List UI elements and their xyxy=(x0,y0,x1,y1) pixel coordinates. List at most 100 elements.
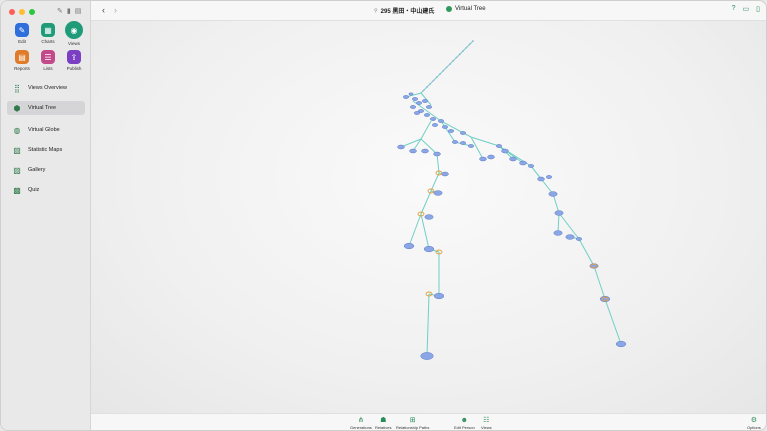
forward-chevron-icon[interactable]: › xyxy=(114,5,117,15)
sidebar-item-quiz[interactable]: ▩ Quiz xyxy=(7,183,85,197)
window-icon[interactable]: ▭ xyxy=(743,5,750,13)
tag-icon[interactable]: ✎ xyxy=(57,8,63,15)
tree-person-node[interactable] xyxy=(554,210,564,216)
relatives-button[interactable]: ☗ Relatives xyxy=(375,416,391,430)
tree-person-node[interactable] xyxy=(479,156,487,162)
tree-person-node[interactable] xyxy=(519,160,527,166)
relatives-icon: ☗ xyxy=(380,417,387,424)
tree-person-node[interactable] xyxy=(465,46,468,49)
tree-person-node[interactable] xyxy=(397,144,405,150)
sidebar-item-gallery[interactable]: ▨ Gallery xyxy=(7,163,85,177)
minimize-window-button[interactable] xyxy=(19,9,25,15)
tree-person-node[interactable] xyxy=(425,105,433,109)
tree-person-node[interactable] xyxy=(429,83,431,85)
tree-person-node[interactable] xyxy=(411,97,419,101)
tree-person-node[interactable] xyxy=(462,50,464,52)
tree-person-node[interactable] xyxy=(451,140,459,144)
help-icon[interactable]: ? xyxy=(732,5,736,13)
tree-person-node[interactable] xyxy=(403,242,415,250)
tree-person-node[interactable] xyxy=(495,144,503,148)
tree-person-node[interactable] xyxy=(575,237,583,241)
options-button[interactable]: ⚙ Options xyxy=(747,416,761,430)
tree-person-node[interactable] xyxy=(527,164,535,168)
tree-person-node[interactable] xyxy=(468,43,471,46)
sidebar-item-statistic-maps[interactable]: ▧ Statistic Maps xyxy=(7,143,85,157)
tree-person-node[interactable] xyxy=(421,99,429,103)
tree-person-node[interactable] xyxy=(445,66,448,69)
tree-person-node[interactable] xyxy=(509,156,517,162)
bottom-toolbar: ⋔ Generations ☗ Relatives ⊞ Relationship… xyxy=(91,413,766,430)
tree-person-node[interactable] xyxy=(553,230,563,236)
tree-person-node[interactable] xyxy=(429,117,437,121)
tree-person-node[interactable] xyxy=(442,69,445,72)
sidebar-item-virtual-globe[interactable]: ◍ Virtual Globe xyxy=(7,123,85,137)
app-reports[interactable]: ▤ Reports xyxy=(9,50,35,71)
tree-person-node[interactable] xyxy=(615,340,627,348)
tree-person-node[interactable] xyxy=(548,191,558,197)
tree-person-node[interactable] xyxy=(433,292,445,300)
tree-person-node[interactable] xyxy=(447,129,455,133)
tree-branch-line xyxy=(593,265,606,300)
app-publish[interactable]: ⇪ Publish xyxy=(61,50,87,71)
tree-person-node[interactable] xyxy=(415,101,423,105)
app-views[interactable]: ◉ Views xyxy=(61,21,87,46)
generations-button[interactable]: ⋔ Generations xyxy=(350,416,372,430)
sidebar-right-icon[interactable]: ▯ xyxy=(756,5,760,13)
tree-person-node[interactable] xyxy=(409,105,417,109)
app-charts[interactable]: ▦ Charts xyxy=(35,23,61,46)
charts-icon: ▦ xyxy=(41,23,55,37)
tree-person-node[interactable] xyxy=(409,148,417,154)
tree-person-node[interactable] xyxy=(441,125,449,129)
tree-person-node[interactable] xyxy=(441,171,449,177)
tree-person-node[interactable] xyxy=(420,352,434,360)
sidebar-item-virtual-tree[interactable]: ⬢ Virtual Tree xyxy=(7,101,85,115)
tree-person-node[interactable] xyxy=(431,123,439,127)
zoom-window-button[interactable] xyxy=(29,9,35,15)
tree-person-node[interactable] xyxy=(423,245,435,253)
bottom-item-label: Views xyxy=(481,425,492,430)
tree-person-node[interactable] xyxy=(459,131,467,135)
app-lists[interactable]: ☰ Lists xyxy=(35,50,61,71)
tree-person-node[interactable] xyxy=(467,144,475,148)
tree-person-node[interactable] xyxy=(402,95,410,99)
tree-person-node[interactable] xyxy=(487,154,495,160)
tree-badge-icon xyxy=(446,6,452,12)
tree-person-node[interactable] xyxy=(432,79,435,82)
tree-person-node[interactable] xyxy=(425,86,428,89)
sidebar-toggle-icon[interactable]: ▤ xyxy=(75,8,82,15)
tree-person-node[interactable] xyxy=(565,234,575,240)
tree-person-node[interactable] xyxy=(413,111,421,115)
tree-person-node[interactable] xyxy=(424,214,434,220)
tree-person-node[interactable] xyxy=(422,89,425,92)
tree-person-node[interactable] xyxy=(501,148,509,154)
sidebar-item-views-overview[interactable]: ⣿ Views Overview xyxy=(7,81,85,95)
views-button[interactable]: ☷ Views xyxy=(481,416,492,430)
close-window-button[interactable] xyxy=(9,9,15,15)
tree-person-node[interactable] xyxy=(545,175,553,179)
tree-person-node[interactable] xyxy=(433,190,443,196)
tree-person-node[interactable] xyxy=(452,59,455,62)
tree-person-node[interactable] xyxy=(439,73,441,75)
tree-person-node[interactable] xyxy=(421,148,429,154)
edit-person-button[interactable]: ☻ Edit Person xyxy=(454,416,475,430)
bookmark-icon[interactable]: ▮ xyxy=(67,8,71,15)
relationship-paths-button[interactable]: ⊞ Relationship Paths xyxy=(396,416,429,430)
virtual-tree-graphic[interactable] xyxy=(91,21,767,413)
tree-person-node[interactable] xyxy=(433,151,441,157)
tree-person-node[interactable] xyxy=(455,56,458,59)
back-chevron-icon[interactable]: ‹ xyxy=(102,5,105,15)
tree-person-node[interactable] xyxy=(423,113,431,117)
tree-person-node[interactable] xyxy=(459,141,467,145)
tree-person-node[interactable] xyxy=(435,76,438,79)
publish-icon: ⇪ xyxy=(67,50,81,64)
tree-person-node[interactable] xyxy=(537,176,545,182)
toolbar-actions: ? ▭ ▯ xyxy=(732,5,760,13)
app-edit[interactable]: ✎ Edit xyxy=(9,23,35,46)
tree-person-node[interactable] xyxy=(437,119,445,123)
tree-person-node[interactable] xyxy=(408,92,414,96)
tree-person-node[interactable] xyxy=(449,63,451,65)
tree-branch-line xyxy=(436,153,440,174)
tree-person-node[interactable] xyxy=(472,40,474,42)
virtual-tree-canvas[interactable] xyxy=(91,21,767,413)
tree-person-node[interactable] xyxy=(458,53,461,56)
